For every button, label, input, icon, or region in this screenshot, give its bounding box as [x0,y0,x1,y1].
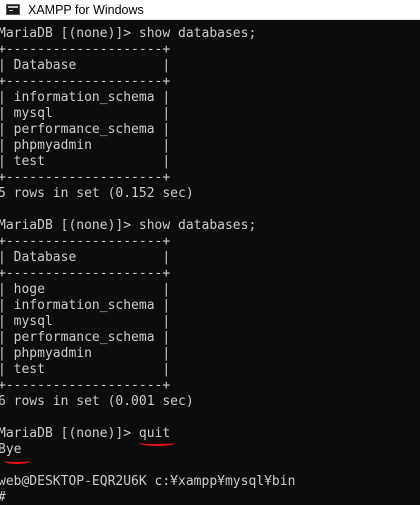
terminal-window: XAMPP for Windows MariaDB [(none)]> show… [0,0,420,505]
console-window-icon [6,4,20,15]
prompt-line: MariaDB [(none)]> show databases; [0,218,257,233]
table-border: +--------------------+ [0,74,171,89]
title-bar[interactable]: XAMPP for Windows [0,0,420,20]
table-border: +--------------------+ [0,42,171,57]
table-row: | phpmyadmin | [0,138,171,153]
table-row: | hoge | [0,282,171,297]
console-output[interactable]: MariaDB [(none)]> show databases; +-----… [0,26,420,505]
table-border: +--------------------+ [0,234,171,249]
bye-message: Bye [0,442,22,457]
table-header: | Database | [0,250,171,265]
result-summary: 5 rows in set (0.152 sec) [0,186,194,201]
table-header: | Database | [0,58,171,73]
table-row: | phpmyadmin | [0,346,171,361]
shell-cursor-line: # [0,490,6,505]
table-border: +--------------------+ [0,378,171,393]
table-row: | test | [0,362,171,377]
shell-prompt-path: web@DESKTOP-EQR2U6K c:¥xampp¥mysql¥bin [0,474,296,489]
result-summary: 6 rows in set (0.001 sec) [0,394,194,409]
table-row: | mysql | [0,106,171,121]
window-title: XAMPP for Windows [28,3,144,17]
table-row: | test | [0,154,171,169]
quit-command-line: MariaDB [(none)]> quit [0,426,171,441]
table-row: | performance_schema | [0,330,171,345]
table-row: | information_schema | [0,298,171,313]
table-row: | mysql | [0,314,171,329]
bye-underline-mark [4,458,30,464]
table-row: | information_schema | [0,90,171,105]
prompt-line: MariaDB [(none)]> show databases; [0,26,257,41]
table-row: | performance_schema | [0,122,171,137]
table-border: +--------------------+ [0,266,171,281]
table-border: +--------------------+ [0,170,171,185]
